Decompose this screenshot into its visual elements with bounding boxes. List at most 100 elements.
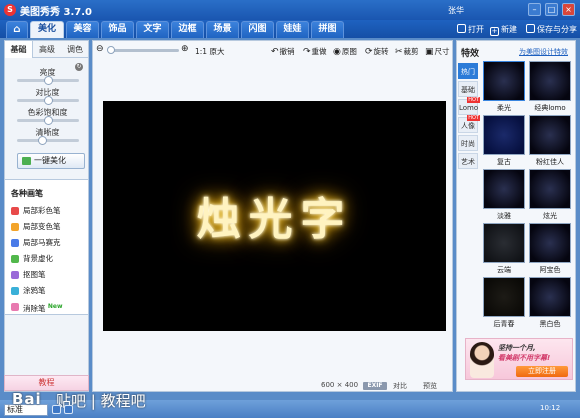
zoom-out-icon[interactable]: ⊖ <box>96 44 104 54</box>
slider-knob[interactable] <box>37 136 47 145</box>
redo-icon: ↷ <box>303 47 311 57</box>
brush-doodle[interactable]: 涂鸦笔 <box>11 285 46 297</box>
effect-thumbnail[interactable] <box>529 169 571 209</box>
subtab-advanced[interactable]: 高级 <box>33 41 61 58</box>
zoom-slider[interactable] <box>107 46 179 54</box>
slider-knob[interactable] <box>44 96 53 105</box>
slider-knob[interactable] <box>44 76 53 85</box>
close-button[interactable]: × <box>562 3 575 16</box>
effect-label: 后青春 <box>493 320 515 328</box>
brush-local-recolor[interactable]: 局部变色笔 <box>11 221 61 233</box>
rotate-label: 旋转 <box>373 47 389 56</box>
main-nav: ⌂ 美化 美容 饰品 文字 边框 场景 闪图 娃娃 拼图 打开 + 新建 保存与分… <box>0 20 580 38</box>
folder-icon <box>457 24 466 33</box>
effect-thumbnail[interactable] <box>529 223 571 263</box>
crop-button[interactable]: ✂裁剪 <box>395 46 419 57</box>
rotate-button[interactable]: ⟳旋转 <box>365 46 389 57</box>
new-button[interactable]: + 新建 <box>490 24 517 36</box>
tab-doll[interactable]: 娃娃 <box>276 21 309 38</box>
register-button[interactable]: 立即注册 <box>516 366 568 377</box>
category-label: Lomo <box>459 104 479 112</box>
open-button[interactable]: 打开 <box>457 24 484 35</box>
tab-flash[interactable]: 闪图 <box>241 21 274 38</box>
effect-label: 粉红佳人 <box>536 158 564 166</box>
category-label: 艺术 <box>461 158 475 166</box>
effect-thumbnail[interactable] <box>483 61 525 101</box>
brush-blur-background[interactable]: 背景虚化 <box>11 253 53 265</box>
brush-eraser[interactable]: 消除笔 New <box>11 301 63 313</box>
compare-button[interactable]: 对比 <box>393 381 407 391</box>
maximize-button[interactable]: □ <box>545 3 558 16</box>
clock: 10:12 <box>540 404 561 412</box>
redo-button[interactable]: ↷重做 <box>303 46 327 57</box>
category-tab[interactable]: Lomo HOT <box>458 97 480 115</box>
tab-beautify[interactable]: 美化 <box>30 21 64 38</box>
home-icon[interactable]: ⌂ <box>6 21 28 38</box>
effect-label: 阿宝色 <box>539 266 561 274</box>
brightness-slider[interactable] <box>17 76 79 85</box>
sharpness-slider[interactable] <box>17 136 79 145</box>
effect-thumbnail[interactable] <box>529 61 571 101</box>
tutorial-button[interactable]: 教程 <box>4 375 89 391</box>
scissors-icon <box>11 271 19 279</box>
category-tab[interactable]: 艺术 <box>458 153 478 169</box>
slider-knob[interactable] <box>44 116 53 125</box>
zoom-in-icon[interactable]: ⊕ <box>181 44 189 54</box>
minimize-button[interactable]: – <box>528 3 541 16</box>
brush-label: 抠图笔 <box>23 270 46 279</box>
effect-thumbnail[interactable] <box>483 115 525 155</box>
undo-label: 撤销 <box>279 47 295 56</box>
category-tab[interactable]: 热门 <box>458 63 478 79</box>
effect-thumbnail[interactable] <box>529 115 571 155</box>
tab-frame[interactable]: 边框 <box>171 21 204 38</box>
tray-icon[interactable] <box>52 405 61 414</box>
brush-cutout[interactable]: 抠图笔 <box>11 269 46 281</box>
effect-thumbnail[interactable] <box>483 223 525 263</box>
category-tab[interactable]: 基础 <box>458 81 478 97</box>
category-label: 热门 <box>461 68 475 76</box>
image-width: 600 <box>321 381 335 389</box>
brush-mosaic[interactable]: 局部马赛克 <box>11 237 61 249</box>
actual-size-button[interactable]: 1:1 原大 <box>195 46 224 57</box>
contrast-slider[interactable] <box>17 96 79 105</box>
exif-button[interactable]: EXIF <box>363 382 387 390</box>
ad-line2: 看美剧不用字幕! <box>498 354 551 362</box>
save-label: 保存与分享 <box>537 25 577 34</box>
resize-icon: ▣ <box>425 47 434 57</box>
category-tab[interactable]: 时尚 <box>458 135 478 151</box>
ad-banner[interactable]: 坚持一个月, 看美剧不用字幕! 立即注册 <box>465 338 573 380</box>
undo-icon: ↶ <box>271 47 279 57</box>
original-label: 原图 <box>341 47 357 56</box>
subtab-color[interactable]: 调色 <box>61 41 89 58</box>
original-button[interactable]: ◉原图 <box>333 46 357 57</box>
ad-line1: 坚持一个月, <box>498 344 536 352</box>
effect-thumbnail[interactable] <box>529 277 571 317</box>
save-share-button[interactable]: 保存与分享 <box>526 24 577 35</box>
preview-button[interactable]: 预览 <box>423 381 437 391</box>
tab-collage[interactable]: 拼图 <box>311 21 344 38</box>
one-key-beautify-button[interactable]: 一键美化 <box>17 153 85 169</box>
category-tab[interactable]: 人像 HOT <box>458 115 480 133</box>
save-icon <box>526 24 535 33</box>
tab-scene[interactable]: 场景 <box>206 21 239 38</box>
effect-thumbnail[interactable] <box>483 277 525 317</box>
category-label: 时尚 <box>461 140 475 148</box>
tab-face[interactable]: 美容 <box>66 21 99 38</box>
zoom-knob[interactable] <box>107 46 115 54</box>
resize-button[interactable]: ▣尺寸 <box>425 46 450 57</box>
brush-local-color[interactable]: 局部彩色笔 <box>11 205 61 217</box>
tab-accessories[interactable]: 饰品 <box>101 21 134 38</box>
editor-area: ⊖ ⊕ 1:1 原大 ↶撤销 ↷重做 ◉原图 ⟳旋转 ✂裁剪 ▣尺寸 烛光字 6… <box>92 40 453 392</box>
tray-icon[interactable] <box>64 405 73 414</box>
one-key-label: 一键美化 <box>34 156 66 165</box>
subtab-basic[interactable]: 基础 <box>5 41 33 58</box>
undo-button[interactable]: ↶撤销 <box>271 46 295 57</box>
saturation-slider[interactable] <box>17 116 79 125</box>
user-name[interactable]: 张华 <box>448 5 464 16</box>
design-effects-link[interactable]: 为美图设计特效 <box>519 47 568 57</box>
image-canvas[interactable]: 烛光字 <box>103 101 446 331</box>
ad-portrait <box>470 342 494 378</box>
effect-thumbnail[interactable] <box>483 169 525 209</box>
sharpness-label: 清晰度 <box>35 128 60 137</box>
tab-text[interactable]: 文字 <box>136 21 169 38</box>
